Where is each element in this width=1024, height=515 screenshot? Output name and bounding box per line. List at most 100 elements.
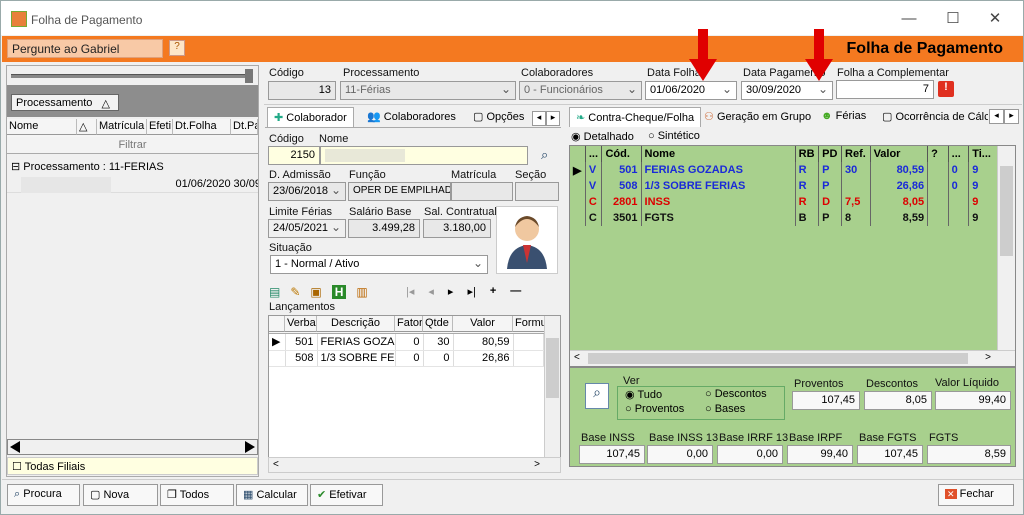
colaboradores-select[interactable]: 0 - Funcionários: [519, 81, 642, 100]
table-row[interactable]: C 3501 FGTS B P 8 8,59 9: [570, 210, 998, 226]
col-cod[interactable]: Cód.: [601, 146, 642, 162]
data-pagamento-input[interactable]: 30/09/2020: [741, 81, 833, 100]
cell: 0: [395, 350, 424, 367]
preview-icon[interactable]: ⌕: [585, 383, 609, 409]
todas-filiais-checkbox[interactable]: ☐ Todas Filiais: [7, 457, 258, 475]
folha-complementar-input[interactable]: 7: [836, 80, 934, 99]
col-matricula[interactable]: Matrícula: [97, 119, 147, 135]
col-descricao[interactable]: Descrição: [317, 316, 395, 332]
colaborador-nome-input[interactable]: [320, 146, 528, 165]
limite-ferias-input[interactable]: 24/05/2021: [268, 219, 346, 238]
matricula-input[interactable]: [451, 182, 513, 201]
table-row[interactable]: C 2801 INSS R D 7,5 8,05 9: [570, 194, 998, 210]
first-record-button[interactable]: |◂: [406, 285, 414, 298]
radio-sintetico[interactable]: ○ Sintético: [648, 130, 700, 142]
situacao-select[interactable]: 1 - Normal / Ativo: [270, 255, 488, 274]
delete-record-button[interactable]: —: [510, 285, 521, 298]
tab-prev-button[interactable]: ◂: [989, 109, 1004, 124]
group-processamento-button[interactable]: Processamento △: [11, 94, 119, 111]
col-tipo[interactable]: ...: [585, 146, 603, 162]
left-data-row[interactable]: 01/06/2020 30/09: [7, 176, 258, 193]
col-nome[interactable]: Nome: [641, 146, 796, 162]
table-row[interactable]: ▶ V 501 FERIAS GOZADAS R P 30 80,59 0 9: [570, 162, 998, 178]
fechar-button[interactable]: ✕ Fechar: [938, 484, 1014, 506]
maximize-icon[interactable]: ☐: [933, 7, 973, 31]
close-icon[interactable]: ✕: [975, 7, 1015, 31]
col-q[interactable]: ?: [927, 146, 949, 162]
tab-opcoes[interactable]: ▢ Opções: [467, 107, 530, 127]
splitter-slider[interactable]: [11, 74, 249, 78]
col-efeti[interactable]: Efeti: [147, 119, 173, 135]
data-folha-input[interactable]: 01/06/2020: [645, 81, 737, 100]
lanc-hscrollbar[interactable]: < >: [268, 457, 561, 473]
radio-tudo[interactable]: ◉ Tudo: [625, 388, 662, 401]
left-hscrollbar[interactable]: [7, 439, 258, 455]
radio-detalhado[interactable]: ◉ Detalhado: [571, 130, 634, 143]
binoculars-search-icon[interactable]: ⌕: [541, 147, 548, 163]
tab-ferias[interactable]: ☻ Férias: [815, 107, 872, 127]
add-record-button[interactable]: +: [490, 285, 496, 298]
prev-record-button[interactable]: ◂: [428, 285, 434, 298]
admissao-input[interactable]: 23/06/2018: [268, 182, 346, 201]
clipboard-icon[interactable]: ▣: [310, 285, 321, 299]
efetivar-button[interactable]: ✔ Efetivar: [310, 484, 383, 506]
tab-next-button[interactable]: ▸: [1004, 109, 1019, 124]
procura-button[interactable]: ⌕ Procura: [7, 484, 80, 506]
help-icon[interactable]: ?: [169, 40, 185, 56]
col-dtpa[interactable]: Dt.Pa: [231, 119, 258, 135]
last-record-button[interactable]: ▸|: [467, 285, 475, 298]
col-verba[interactable]: Verba: [285, 316, 317, 332]
col-dots[interactable]: ...: [948, 146, 970, 162]
table-row[interactable]: V 508 1/3 SOBRE FERIAS R P 26,86 0 9: [570, 178, 998, 194]
col-qtde[interactable]: Qtde: [423, 316, 453, 332]
todos-button[interactable]: ❐ Todos: [160, 484, 234, 506]
tab-contra-cheque[interactable]: ❧ Contra-Cheque/Folha: [569, 107, 702, 127]
tab-colaborador[interactable]: ✚ Colaborador: [267, 107, 354, 127]
group-label: Processamento: [16, 97, 93, 109]
cc-vscrollbar[interactable]: [997, 146, 1015, 352]
col-fator[interactable]: Fator: [395, 316, 423, 332]
sal-contratual-input[interactable]: 3.180,00: [423, 219, 491, 238]
edit-icon[interactable]: ✎: [290, 285, 300, 299]
tab-colaboradores[interactable]: 👥 Colaboradores: [361, 107, 462, 127]
calcular-button[interactable]: ▦ Calcular: [236, 484, 308, 506]
filter-row[interactable]: Filtrar: [7, 137, 258, 154]
secao-input[interactable]: [515, 182, 559, 201]
table-row[interactable]: ▶501FERIAS GOZADAS03080,59: [269, 334, 544, 351]
tab-prev-button[interactable]: ◂: [532, 111, 546, 126]
salario-base-input[interactable]: 3.499,28: [348, 219, 420, 238]
group-row[interactable]: ⊟ Processamento : 11-FERIAS: [7, 159, 258, 175]
lanc-vscrollbar[interactable]: [544, 316, 560, 472]
radio-proventos[interactable]: ○ Proventos: [625, 403, 684, 415]
col-ti[interactable]: Ti...: [969, 146, 998, 162]
col-pd[interactable]: PD: [818, 146, 843, 162]
col-formula[interactable]: Formu: [513, 316, 547, 332]
tab-ocorrencia[interactable]: ▢ Ocorrência de Cálc: [876, 107, 988, 127]
col-dtfolha[interactable]: Dt.Folha: [173, 119, 231, 135]
table-row[interactable]: 508 1/3 SOBRE FER 0 0 26,86: [269, 350, 544, 367]
funcao-input[interactable]: OPER DE EMPILHADE: [348, 182, 451, 201]
radio-bases[interactable]: ○ Bases: [705, 403, 745, 415]
processamento-select[interactable]: 11-Férias: [340, 81, 516, 100]
col-sort[interactable]: △: [77, 119, 97, 135]
nova-button[interactable]: ▢ Nova: [83, 484, 158, 506]
col-rb[interactable]: RB: [795, 146, 820, 162]
next-record-button[interactable]: ▸: [448, 285, 454, 298]
ask-gabriel-input[interactable]: Pergunte ao Gabriel: [7, 39, 163, 58]
slider-handle[interactable]: [245, 69, 253, 83]
minimize-icon[interactable]: —: [889, 7, 929, 31]
codigo-input[interactable]: 13: [268, 81, 336, 100]
col-valor[interactable]: Valor: [453, 316, 513, 332]
col-ref[interactable]: Ref.: [841, 146, 871, 162]
col-valor[interactable]: Valor: [870, 146, 929, 162]
tab-next-button[interactable]: ▸: [546, 111, 560, 126]
cc-hscrollbar[interactable]: < >: [570, 350, 1015, 366]
colaborador-codigo-input[interactable]: 2150: [268, 146, 320, 165]
col-nome[interactable]: Nome: [7, 119, 77, 135]
h-icon[interactable]: H: [331, 285, 347, 299]
add-row-icon[interactable]: ▤: [269, 285, 280, 299]
report-icon[interactable]: ▥: [356, 285, 367, 299]
warning-icon[interactable]: !: [938, 81, 954, 97]
radio-descontos[interactable]: ○ Descontos: [705, 388, 767, 400]
tab-geracao-grupo[interactable]: ⚇ Geração em Grupo: [698, 107, 817, 127]
